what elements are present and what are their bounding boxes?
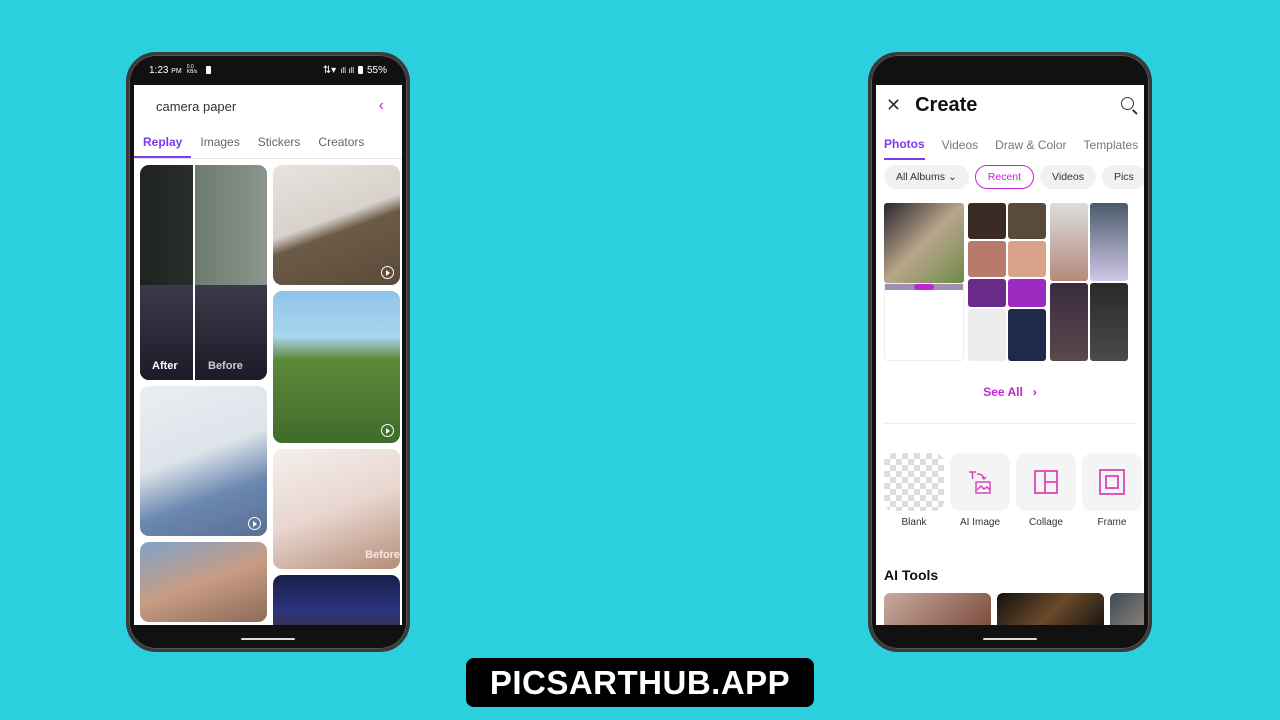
ai-tools-heading: AI Tools: [884, 567, 939, 583]
text-to-image-icon: [950, 453, 1010, 511]
before-label: Before: [365, 549, 400, 561]
home-indicator[interactable]: [983, 638, 1037, 640]
photo-thumb[interactable]: [968, 203, 1006, 239]
create-header: ✕ Create: [876, 85, 1144, 125]
result-card[interactable]: [273, 575, 400, 625]
tab-stickers[interactable]: Stickers: [249, 127, 310, 158]
photo-thumb[interactable]: [968, 241, 1006, 277]
photo-thumb[interactable]: [884, 283, 964, 361]
tab-creators[interactable]: Creators: [309, 127, 373, 158]
before-label: Before: [208, 360, 243, 372]
search-results-screen: camera paper ‹ Replay Images Stickers Cr…: [134, 85, 402, 625]
close-icon[interactable]: ✕: [886, 95, 901, 116]
tab-replay[interactable]: Replay: [134, 127, 192, 158]
tab-photos[interactable]: Photos: [884, 126, 925, 160]
tool-ai-image[interactable]: AI Image: [950, 453, 1010, 528]
photo-thumb[interactable]: [1050, 283, 1088, 361]
battery-icon: [357, 66, 363, 74]
search-icon[interactable]: [1121, 97, 1134, 110]
tool-collage[interactable]: Collage: [1016, 453, 1076, 528]
status-bar: 1:23 PM 0.0 KB/s ⇅▾ ıll ıll 55%: [129, 55, 407, 85]
network-speed: 0.0 KB/s: [186, 64, 198, 75]
chip-all-albums[interactable]: All Albums ⌄: [884, 165, 969, 189]
site-banner: PICSARTHUB.APP: [466, 658, 814, 707]
result-card[interactable]: [140, 386, 267, 536]
tool-label: Collage: [1029, 517, 1063, 528]
result-card[interactable]: [140, 542, 267, 622]
chevron-left-icon[interactable]: ‹: [379, 97, 384, 115]
result-card[interactable]: [273, 291, 400, 443]
replay-icon: [381, 266, 394, 279]
photo-thumb[interactable]: [884, 203, 964, 283]
tab-videos[interactable]: Videos: [942, 126, 978, 160]
phone-search-screen: 1:23 PM 0.0 KB/s ⇅▾ ıll ıll 55% camera p…: [126, 52, 410, 652]
home-indicator[interactable]: [241, 638, 295, 640]
tab-draw-color[interactable]: Draw & Color: [995, 126, 1066, 160]
tool-label: Frame: [1097, 517, 1127, 528]
result-card[interactable]: [273, 165, 400, 285]
wifi-icon: ⇅▾: [322, 64, 337, 76]
create-tabs: Photos Videos Draw & Color Templates: [876, 125, 1144, 161]
see-all-link[interactable]: See All ›: [876, 385, 1144, 399]
ai-tool-card[interactable]: [884, 593, 991, 625]
photo-thumb[interactable]: [1090, 283, 1128, 361]
recent-photos-grid: [884, 203, 1134, 363]
photo-thumb[interactable]: [1008, 241, 1046, 277]
chip-videos[interactable]: Videos: [1040, 165, 1096, 189]
photo-thumb[interactable]: [1008, 203, 1046, 239]
frame-icon: [1082, 453, 1142, 511]
search-input[interactable]: camera paper: [156, 99, 236, 114]
after-label: After: [152, 360, 178, 372]
phone-create-screen: ✕ Create Photos Videos Draw & Color Temp…: [868, 52, 1152, 652]
result-card-before-after[interactable]: After Before: [140, 165, 267, 380]
chip-pics[interactable]: Pics: [1101, 165, 1144, 189]
create-tools: Blank AI Image Collage Frame: [884, 453, 1142, 528]
tool-frame[interactable]: Frame: [1082, 453, 1142, 528]
ai-tool-card[interactable]: [997, 593, 1104, 625]
battery-percent: 55%: [366, 64, 387, 76]
result-card[interactable]: Before: [273, 449, 400, 569]
tool-label: Blank: [901, 517, 927, 528]
transparent-canvas-icon: [884, 453, 944, 511]
ai-tool-card[interactable]: [1110, 593, 1144, 625]
replay-icon: [381, 424, 394, 437]
ai-tools-carousel: [884, 593, 1144, 625]
battery-saver-icon: [205, 66, 211, 74]
search-bar[interactable]: camera paper ‹: [134, 85, 402, 127]
divider: [884, 423, 1136, 424]
chevron-right-icon: ›: [1032, 385, 1037, 399]
album-filter-chips: All Albums ⌄ Recent Videos Pics: [876, 161, 1144, 189]
replay-icon: [248, 517, 261, 530]
tab-templates[interactable]: Templates: [1084, 126, 1139, 160]
photo-thumb[interactable]: [968, 309, 1006, 361]
create-screen: ✕ Create Photos Videos Draw & Color Temp…: [876, 85, 1144, 625]
tool-label: AI Image: [959, 517, 1001, 528]
status-time: 1:23 PM: [149, 64, 182, 76]
collage-icon: [1016, 453, 1076, 511]
photo-thumb[interactable]: [968, 279, 1006, 307]
tab-images[interactable]: Images: [191, 127, 248, 158]
search-tabs: Replay Images Stickers Creators: [134, 127, 402, 159]
tool-blank[interactable]: Blank: [884, 453, 944, 528]
results-grid: After Before Before: [134, 165, 402, 625]
page-title: Create: [915, 93, 978, 116]
photo-thumb[interactable]: [1008, 279, 1046, 307]
photo-thumb[interactable]: [1090, 203, 1128, 281]
photo-thumb[interactable]: [1008, 309, 1046, 361]
photo-thumb[interactable]: [1050, 203, 1088, 281]
signal-icon: ıll ıll: [340, 65, 354, 75]
chip-recent[interactable]: Recent: [974, 165, 1035, 189]
chevron-down-icon: ⌄: [947, 171, 957, 183]
